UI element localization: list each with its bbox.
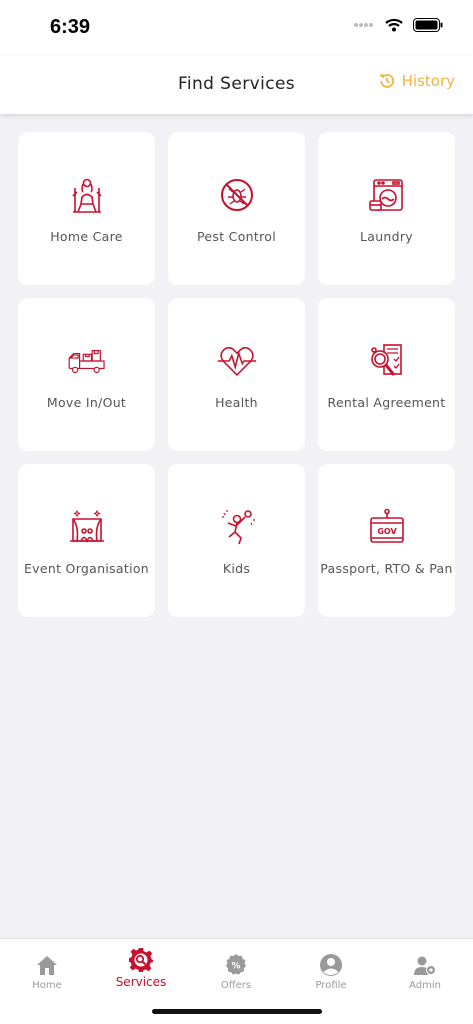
tab-services[interactable]: Services — [94, 947, 188, 989]
service-label: Passport, RTO & Pan — [320, 561, 453, 576]
home-care-icon — [67, 175, 107, 215]
admin-icon — [414, 956, 436, 975]
history-button[interactable]: History — [378, 72, 455, 90]
services-gear-icon — [129, 948, 153, 972]
pest-control-icon — [217, 175, 257, 215]
service-label: Pest Control — [197, 229, 276, 244]
profile-icon — [320, 954, 342, 976]
service-card-pest-control[interactable]: Pest Control — [168, 132, 305, 285]
moving-truck-icon — [67, 341, 107, 381]
history-icon — [379, 73, 394, 88]
home-icon — [37, 956, 57, 975]
service-label: Health — [215, 395, 258, 410]
service-label: Rental Agreement — [327, 395, 446, 410]
kids-icon — [217, 507, 257, 547]
offers-icon: % — [226, 954, 246, 975]
service-label: Event Organisation — [23, 561, 150, 576]
status-icons — [353, 18, 443, 32]
heartbeat-icon — [217, 341, 257, 381]
history-label: History — [401, 72, 455, 90]
service-card-rental-agreement[interactable]: Rental Agreement — [318, 298, 455, 451]
event-stage-icon — [67, 507, 107, 547]
wifi-icon — [385, 18, 403, 32]
service-label: Home Care — [50, 229, 123, 244]
status-bar: 6:39 — [0, 0, 473, 56]
rental-agreement-icon — [367, 341, 407, 381]
service-label: Move In/Out — [46, 395, 127, 410]
gov-icon-text: GOV — [377, 527, 397, 536]
tab-label: Profile — [315, 980, 347, 991]
battery-icon — [413, 18, 443, 32]
tab-label: Offers — [220, 980, 252, 991]
gov-document-icon: GOV — [367, 507, 407, 547]
service-card-event-organisation[interactable]: Event Organisation — [18, 464, 155, 617]
tab-admin[interactable]: Admin — [378, 953, 472, 991]
signal-icon — [354, 23, 373, 27]
home-indicator — [152, 1009, 322, 1014]
service-card-passport-rto-pan[interactable]: GOV Passport, RTO & Pan — [318, 464, 455, 617]
tab-label: Admin — [409, 980, 441, 991]
service-card-kids[interactable]: Kids — [168, 464, 305, 617]
tab-label: Services — [115, 975, 167, 989]
service-card-home-care[interactable]: Home Care — [18, 132, 155, 285]
service-card-health[interactable]: Health — [168, 298, 305, 451]
tab-profile[interactable]: Profile — [284, 953, 378, 991]
status-time: 6:39 — [50, 16, 91, 38]
service-card-laundry[interactable]: Laundry — [318, 132, 455, 285]
washing-machine-icon — [367, 175, 407, 215]
tab-offers[interactable]: % Offers — [189, 953, 283, 991]
tab-home[interactable]: Home — [0, 953, 94, 991]
service-label: Kids — [222, 561, 251, 576]
tab-label: Home — [32, 980, 62, 991]
services-grid: Home Care Pest Control Laundry Move In/O… — [18, 132, 456, 617]
service-label: Laundry — [359, 229, 414, 244]
header: Find Services History — [0, 56, 473, 114]
service-card-move-in-out[interactable]: Move In/Out — [18, 298, 155, 451]
svg-text:%: % — [231, 962, 240, 972]
